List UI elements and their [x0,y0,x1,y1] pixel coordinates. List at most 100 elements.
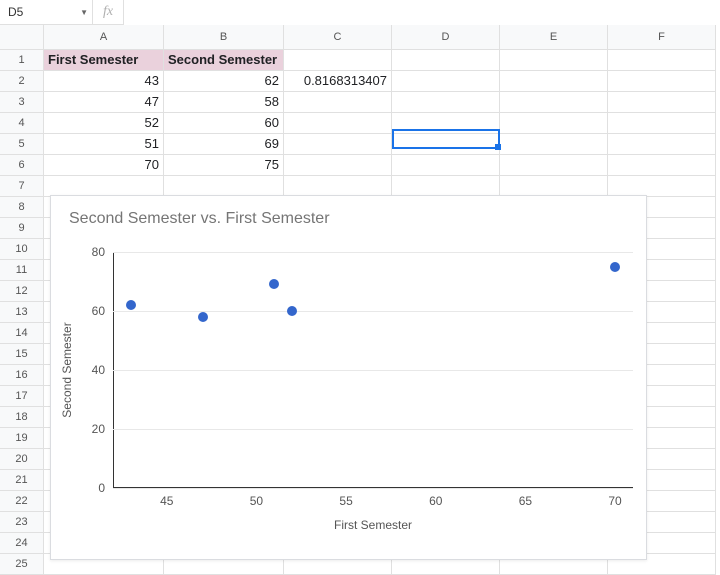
cell-C4[interactable] [284,113,392,134]
cell-D1[interactable] [392,50,500,71]
row-header-19[interactable]: 19 [0,428,44,449]
cell-A7[interactable] [44,176,164,197]
cell-D4[interactable] [392,113,500,134]
gridline [113,429,633,430]
cell-F6[interactable] [608,155,716,176]
chart-plot-area: Second Semester First Semester 020406080… [113,252,633,488]
column-header-C[interactable]: C [284,25,392,50]
x-tick-label: 55 [339,494,352,508]
x-tick-label: 60 [429,494,442,508]
row-header-9[interactable]: 9 [0,218,44,239]
cell-C2[interactable]: 0.8168313407 [284,71,392,92]
row-header-6[interactable]: 6 [0,155,44,176]
row-header-8[interactable]: 8 [0,197,44,218]
row-header-13[interactable]: 13 [0,302,44,323]
x-axis-label: First Semester [334,518,412,532]
cell-D7[interactable] [392,176,500,197]
cell-B3[interactable]: 58 [164,92,284,113]
cell-D2[interactable] [392,71,500,92]
name-box-value: D5 [8,5,23,19]
cell-D5[interactable] [392,134,500,155]
cell-B7[interactable] [164,176,284,197]
cell-E3[interactable] [500,92,608,113]
cell-B5[interactable]: 69 [164,134,284,155]
cell-A3[interactable]: 47 [44,92,164,113]
x-tick-label: 70 [608,494,621,508]
y-tick-label: 80 [47,245,113,259]
data-point [287,306,297,316]
cell-E1[interactable] [500,50,608,71]
data-point [610,262,620,272]
cell-F5[interactable] [608,134,716,155]
row-header-14[interactable]: 14 [0,323,44,344]
row-header-25[interactable]: 25 [0,554,44,575]
data-point [269,279,279,289]
cell-E5[interactable] [500,134,608,155]
row-header-2[interactable]: 2 [0,71,44,92]
row-header-7[interactable]: 7 [0,176,44,197]
column-header-B[interactable]: B [164,25,284,50]
cell-B1[interactable]: Second Semester [164,50,284,71]
cell-B2[interactable]: 62 [164,71,284,92]
cell-C3[interactable] [284,92,392,113]
cell-F4[interactable] [608,113,716,134]
gridline [113,488,633,489]
y-tick-label: 40 [47,363,113,377]
formula-input[interactable] [124,0,720,25]
row-header-20[interactable]: 20 [0,449,44,470]
row-header-4[interactable]: 4 [0,113,44,134]
data-point [198,312,208,322]
row-header-24[interactable]: 24 [0,533,44,554]
row-header-23[interactable]: 23 [0,512,44,533]
cell-F3[interactable] [608,92,716,113]
cell-A4[interactable]: 52 [44,113,164,134]
cell-D3[interactable] [392,92,500,113]
column-header-A[interactable]: A [44,25,164,50]
cell-A6[interactable]: 70 [44,155,164,176]
cell-E6[interactable] [500,155,608,176]
cell-E2[interactable] [500,71,608,92]
cell-C7[interactable] [284,176,392,197]
gridline [113,252,633,253]
cell-E7[interactable] [500,176,608,197]
chart-title: Second Semester vs. First Semester [69,210,646,228]
cell-D6[interactable] [392,155,500,176]
row-header-5[interactable]: 5 [0,134,44,155]
name-box[interactable]: D5 ▼ [0,0,93,24]
row-header-21[interactable]: 21 [0,470,44,491]
row-header-16[interactable]: 16 [0,365,44,386]
x-tick-label: 45 [160,494,173,508]
column-header-E[interactable]: E [500,25,608,50]
y-tick-label: 20 [47,422,113,436]
cell-C6[interactable] [284,155,392,176]
column-header-F[interactable]: F [608,25,716,50]
row-header-3[interactable]: 3 [0,92,44,113]
x-tick-label: 65 [519,494,532,508]
row-header-1[interactable]: 1 [0,50,44,71]
cell-C1[interactable] [284,50,392,71]
row-header-10[interactable]: 10 [0,239,44,260]
cell-A2[interactable]: 43 [44,71,164,92]
column-header-D[interactable]: D [392,25,500,50]
cell-B6[interactable]: 75 [164,155,284,176]
gridline [113,370,633,371]
gridline [113,311,633,312]
y-tick-label: 60 [47,304,113,318]
row-header-12[interactable]: 12 [0,281,44,302]
dropdown-arrow-icon: ▼ [80,8,88,17]
cell-A1[interactable]: First Semester [44,50,164,71]
row-header-17[interactable]: 17 [0,386,44,407]
cell-C5[interactable] [284,134,392,155]
cell-F2[interactable] [608,71,716,92]
cell-A5[interactable]: 51 [44,134,164,155]
cell-F7[interactable] [608,176,716,197]
cell-B4[interactable]: 60 [164,113,284,134]
row-header-15[interactable]: 15 [0,344,44,365]
row-header-22[interactable]: 22 [0,491,44,512]
cell-F1[interactable] [608,50,716,71]
row-header-11[interactable]: 11 [0,260,44,281]
row-header-18[interactable]: 18 [0,407,44,428]
y-tick-label: 0 [47,481,113,495]
scatter-chart[interactable]: Second Semester vs. First Semester Secon… [50,195,647,560]
cell-E4[interactable] [500,113,608,134]
